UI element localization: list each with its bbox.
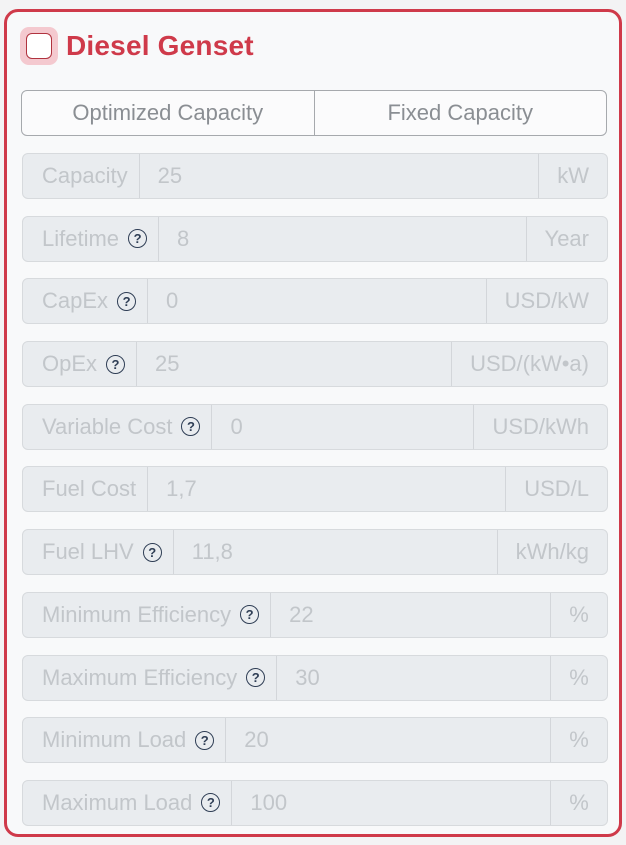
minimum-load-input[interactable]: 20: [226, 718, 550, 762]
help-icon[interactable]: ?: [240, 605, 260, 625]
field-unit: %: [550, 655, 607, 700]
field-unit: USD/(kW•a): [451, 342, 607, 387]
fuel-lhv-input[interactable]: 11,8: [174, 530, 497, 574]
field-unit: kWh/kg: [496, 530, 607, 575]
field-label-text: Minimum Efficiency: [42, 601, 232, 627]
lifetime-input[interactable]: 8: [159, 217, 526, 261]
enable-checkbox[interactable]: [26, 33, 52, 59]
field-label: Variable Cost?: [23, 404, 213, 449]
field-label-text: Capacity: [42, 163, 128, 188]
field-label-text: Variable Cost: [42, 413, 173, 439]
field-unit: USD/kWh: [473, 404, 607, 449]
component-title: Diesel Genset: [66, 30, 254, 61]
field-unit: Year: [525, 216, 607, 261]
field-label-text: Fuel Cost: [42, 476, 137, 502]
field-maximum-efficiency: Maximum Efficiency? 30 %: [22, 654, 608, 701]
field-label-text: Minimum Load: [42, 727, 187, 753]
field-label: CapEx?: [23, 279, 149, 324]
field-label: Minimum Load?: [23, 718, 227, 763]
capex-input[interactable]: 0: [148, 279, 486, 323]
help-icon[interactable]: ?: [142, 542, 162, 562]
help-icon[interactable]: ?: [128, 229, 148, 249]
fuel-cost-input[interactable]: 1,7: [148, 467, 505, 511]
field-label: Lifetime?: [23, 216, 160, 261]
parameter-fields: Capacity 25 kW Lifetime? 8 Year CapEx? 0…: [22, 153, 608, 843]
maximum-efficiency-input[interactable]: 30: [277, 656, 550, 700]
field-label: Fuel Cost: [23, 467, 149, 512]
field-label-text: CapEx: [42, 288, 109, 314]
minimum-efficiency-input[interactable]: 22: [271, 593, 550, 637]
diesel-genset-card: Diesel Genset Optimized Capacity Fixed C…: [4, 9, 622, 837]
field-capacity: Capacity 25 kW: [22, 153, 608, 199]
optimized-capacity-button[interactable]: Optimized Capacity: [22, 91, 314, 135]
field-unit: USD/kW: [485, 279, 607, 324]
help-icon[interactable]: ?: [181, 417, 201, 437]
field-maximum-load: Maximum Load? 100 %: [22, 779, 608, 826]
field-fuel-cost: Fuel Cost 1,7 USD/L: [22, 466, 608, 513]
variable-cost-input[interactable]: 0: [212, 405, 473, 449]
field-capex: CapEx? 0 USD/kW: [22, 278, 608, 325]
field-label: Minimum Efficiency?: [23, 592, 272, 637]
enable-checkbox-focus-ring[interactable]: [20, 27, 58, 65]
field-label: Capacity: [23, 154, 140, 198]
field-opex: OpEx? 25 USD/(kW•a): [22, 341, 608, 388]
field-label: Fuel LHV?: [23, 530, 174, 575]
help-icon[interactable]: ?: [106, 354, 126, 374]
field-label: Maximum Efficiency?: [23, 655, 278, 700]
field-variable-cost: Variable Cost? 0 USD/kWh: [22, 403, 608, 450]
opex-input[interactable]: 25: [137, 342, 451, 386]
help-icon[interactable]: ?: [246, 668, 266, 687]
capacity-mode-toggle: Optimized Capacity Fixed Capacity: [21, 90, 607, 136]
field-unit: USD/L: [505, 467, 607, 512]
maximum-load-input[interactable]: 100: [232, 781, 550, 825]
field-label-text: Fuel LHV: [42, 539, 134, 565]
field-label: Maximum Load?: [23, 780, 233, 825]
field-minimum-efficiency: Minimum Efficiency? 22 %: [22, 591, 608, 638]
field-fuel-lhv: Fuel LHV? 11,8 kWh/kg: [22, 529, 608, 576]
field-label-text: Lifetime: [42, 225, 120, 251]
field-unit: kW: [538, 154, 607, 198]
fixed-capacity-button[interactable]: Fixed Capacity: [313, 91, 607, 135]
field-label-text: OpEx: [42, 351, 98, 377]
card-header: Diesel Genset: [20, 27, 254, 65]
field-label-text: Maximum Efficiency: [42, 664, 238, 690]
field-label: OpEx?: [23, 342, 138, 387]
capacity-input[interactable]: 25: [140, 154, 539, 198]
field-unit: %: [550, 718, 607, 763]
field-unit: %: [550, 780, 607, 825]
field-label-text: Maximum Load: [42, 789, 193, 815]
field-minimum-load: Minimum Load? 20 %: [22, 717, 608, 764]
help-icon[interactable]: ?: [117, 291, 137, 311]
help-icon[interactable]: ?: [201, 793, 221, 813]
help-icon[interactable]: ?: [195, 730, 215, 750]
field-unit: %: [550, 592, 607, 637]
field-lifetime: Lifetime? 8 Year: [22, 215, 608, 262]
